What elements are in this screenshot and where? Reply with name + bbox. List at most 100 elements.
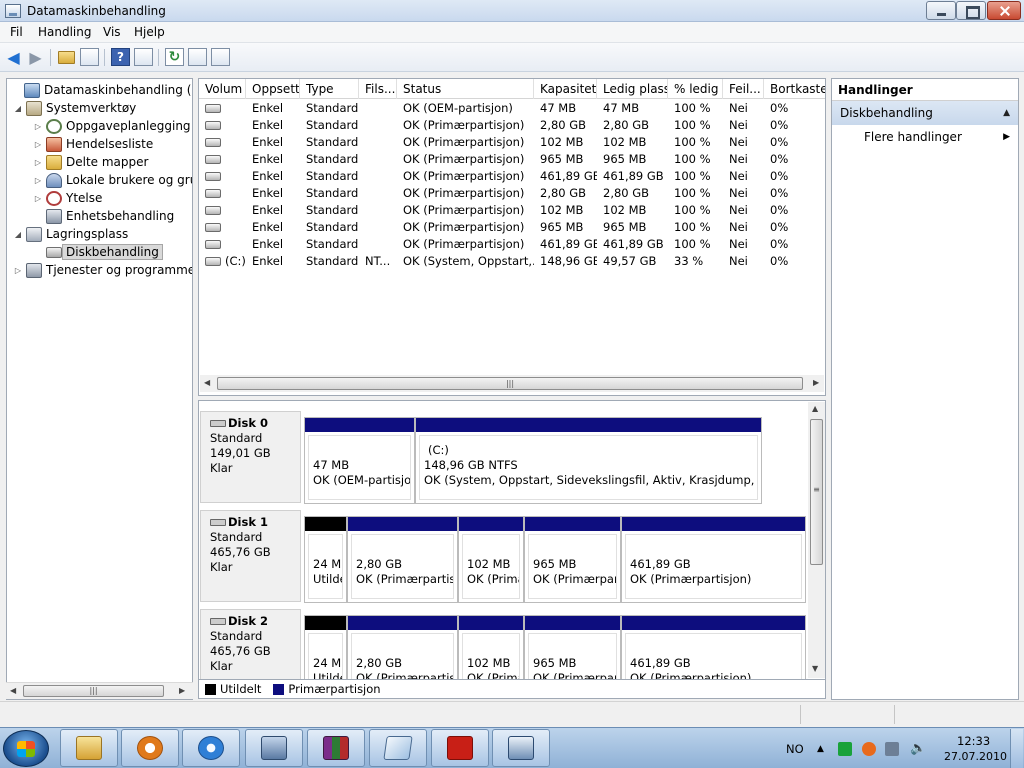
properties-icon[interactable] [188, 48, 207, 66]
partition-primary[interactable]: 102 MB OK (Primærpartisjon) [458, 615, 524, 679]
partition-primary[interactable]: 461,89 GB OK (Primærpartisjon) [621, 615, 806, 679]
taskbar-internet-explorer[interactable] [182, 729, 240, 767]
column-header-free-space[interactable]: Ledig plass [597, 79, 668, 99]
tree-expander[interactable]: ▷ [33, 176, 43, 185]
clock-date[interactable]: 27.07.2010 [944, 750, 1007, 763]
taskbar-pdf-reader[interactable] [431, 729, 489, 767]
volume-icon[interactable]: 🔈 [910, 728, 926, 768]
partition-unallocated[interactable]: 24 MB Utildelt [304, 615, 347, 679]
taskbar-disk-management[interactable] [492, 729, 550, 767]
tree-item-services-applications[interactable]: ▷ Tjenester og programmer [13, 261, 192, 279]
menu-view[interactable]: Vis [103, 25, 121, 39]
tray-network-icon[interactable] [885, 742, 899, 756]
tree-expander[interactable]: ◢ [13, 104, 23, 113]
clock-time[interactable]: 12:33 [957, 734, 990, 748]
partition-primary[interactable]: 461,89 GB OK (Primærpartisjon) [621, 516, 806, 603]
column-header-overhead[interactable]: Bortkastet [764, 79, 825, 99]
help-icon[interactable]: ? [111, 48, 130, 66]
tree-item-local-users[interactable]: ▷ Lokale brukere og grupper [33, 171, 192, 189]
column-header-fault-tolerance[interactable]: Feil... [723, 79, 764, 99]
back-arrow-icon[interactable]: ◀ [4, 48, 23, 67]
column-header-filesystem[interactable]: Fils... [359, 79, 397, 99]
menu-action[interactable]: Handling [38, 25, 92, 39]
partition-primary[interactable]: 2,80 GB OK (Primærpartisjon) [347, 516, 458, 603]
show-hide-action-pane-icon[interactable] [134, 48, 153, 66]
tray-green-app-icon[interactable] [838, 742, 852, 756]
show-desktop-button[interactable] [1010, 729, 1023, 768]
tree-expander[interactable]: ◢ [13, 230, 23, 239]
scroll-down-arrow-icon[interactable]: ▼ [812, 664, 818, 673]
taskbar-winrar[interactable] [307, 729, 365, 767]
tree-expander[interactable]: ▷ [33, 140, 43, 149]
taskbar-network[interactable] [245, 729, 303, 767]
disk-0-info[interactable]: Disk 0 Standard 149,01 GB Klar [200, 411, 301, 503]
scrollbar-thumb[interactable]: ≡ [810, 419, 823, 565]
volume-row[interactable]: Enkel Standard OK (Primærpartisjon) 2,80 GB… [199, 117, 825, 134]
volume-row[interactable]: Enkel Standard OK (Primærpartisjon) 965 MB 9… [199, 219, 825, 236]
column-header-percent-free[interactable]: % ledig [668, 79, 723, 99]
minimize-button[interactable] [926, 1, 956, 20]
volume-row[interactable]: Enkel Standard OK (Primærpartisjon) 461,89 … [199, 168, 825, 185]
scroll-up-arrow-icon[interactable]: ▲ [812, 404, 818, 413]
tree-item-system-tools[interactable]: ◢ Systemverktøy [13, 99, 136, 117]
column-header-status[interactable]: Status [397, 79, 534, 99]
forward-arrow-icon[interactable]: ▶ [26, 48, 45, 67]
taskbar-notepad[interactable] [369, 729, 427, 767]
scrollbar-thumb[interactable]: ||| [23, 685, 164, 697]
volume-row[interactable]: (C:) Enkel Standard NT... OK (System, Oppsta… [199, 253, 825, 270]
tree-item-disk-management[interactable]: Diskbehandling [33, 243, 163, 261]
tree-item-task-scheduler[interactable]: ▷ Oppgaveplanlegging [33, 117, 191, 135]
partition-primary[interactable]: 2,80 GB OK (Primærpartisjon) [347, 615, 458, 679]
menu-help[interactable]: Hjelp [134, 25, 165, 39]
taskbar-explorer[interactable] [60, 729, 118, 767]
scrollbar-thumb[interactable]: ||| [217, 377, 803, 390]
tree-expander[interactable]: ▷ [33, 194, 43, 203]
taskbar-media-player[interactable] [121, 729, 179, 767]
collapse-arrow-icon[interactable]: ▲ [1003, 101, 1010, 125]
tree-expander[interactable]: ▷ [13, 266, 23, 275]
tree-horizontal-scrollbar[interactable]: ◀ ||| ▶ [6, 682, 193, 699]
tree-expander[interactable]: ▷ [33, 158, 43, 167]
scroll-right-arrow-icon[interactable]: ▶ [813, 378, 819, 387]
tree-expander[interactable]: ▷ [33, 122, 43, 131]
maximize-button[interactable] [956, 1, 986, 20]
partition-primary[interactable]: 965 MB OK (Primærpartisjon) [524, 516, 621, 603]
show-hide-console-tree-icon[interactable] [80, 48, 99, 66]
tree-item-event-viewer[interactable]: ▷ Hendelsesliste [33, 135, 153, 153]
disk-view-vertical-scrollbar[interactable]: ▲ ≡ ▼ [808, 402, 825, 678]
scroll-left-arrow-icon[interactable]: ◀ [204, 378, 210, 387]
scroll-right-arrow-icon[interactable]: ▶ [179, 686, 185, 695]
volume-list-horizontal-scrollbar[interactable]: ◀ ||| ▶ [200, 375, 824, 392]
tree-item-shared-folders[interactable]: ▷ Delte mapper [33, 153, 148, 171]
partition-unallocated[interactable]: 24 MB Utildelt [304, 516, 347, 603]
partition-primary[interactable]: 102 MB OK (Primærpartisjon) [458, 516, 524, 603]
volume-row[interactable]: Enkel Standard OK (Primærpartisjon) 102 MB 1… [199, 134, 825, 151]
volume-row[interactable]: Enkel Standard OK (Primærpartisjon) 461,89 … [199, 236, 825, 253]
tree-item-performance[interactable]: ▷ Ytelse [33, 189, 102, 207]
language-indicator[interactable]: NO [786, 728, 804, 768]
column-header-layout[interactable]: Oppsett [246, 79, 300, 99]
disk-1-info[interactable]: Disk 1 Standard 465,76 GB Klar [200, 510, 301, 602]
disk-settings-icon[interactable] [211, 48, 230, 66]
tree-item-device-manager[interactable]: Enhetsbehandling [33, 207, 174, 225]
close-button[interactable] [987, 1, 1021, 20]
volume-row[interactable]: Enkel Standard OK (Primærpartisjon) 965 MB 9… [199, 151, 825, 168]
show-hidden-icons-arrow-icon[interactable]: ▲ [817, 728, 824, 768]
tray-orange-app-icon[interactable] [862, 742, 876, 756]
refresh-icon[interactable]: ↻ [165, 48, 184, 66]
volume-row[interactable]: Enkel Standard OK (Primærpartisjon) 102 MB 1… [199, 202, 825, 219]
start-button[interactable] [3, 730, 49, 767]
tree-item-storage[interactable]: ◢ Lagringsplass [13, 225, 128, 243]
volume-row[interactable]: Enkel Standard OK (Primærpartisjon) 2,80 GB… [199, 185, 825, 202]
partition-primary[interactable]: 965 MB OK (Primærpartisjon) [524, 615, 621, 679]
actions-section-disk-management[interactable]: Diskbehandling ▲ [832, 101, 1018, 125]
more-actions-item[interactable]: Flere handlinger ▶ [832, 125, 1018, 149]
menu-file[interactable]: Fil [10, 25, 23, 39]
column-header-volume[interactable]: Volum [199, 79, 246, 99]
scroll-left-arrow-icon[interactable]: ◀ [10, 686, 16, 695]
up-folder-icon[interactable] [57, 48, 76, 66]
volume-row[interactable]: Enkel Standard OK (OEM-partisjon) 47 MB 47 M… [199, 100, 825, 117]
partition-oem[interactable]: 47 MB OK (OEM-partisjon) [304, 417, 415, 504]
column-header-capacity[interactable]: Kapasitet [534, 79, 597, 99]
column-header-type[interactable]: Type [300, 79, 359, 99]
